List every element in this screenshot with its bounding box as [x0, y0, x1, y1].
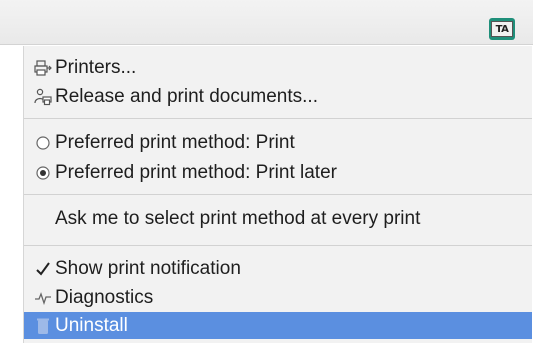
menu-separator [24, 194, 532, 195]
menu-separator [24, 118, 532, 119]
menu-item-label: Release and print documents... [55, 86, 318, 107]
menu-item-diagnostics[interactable]: Diagnostics [24, 284, 532, 312]
release-print-icon [33, 87, 53, 107]
checkmark-icon [33, 259, 53, 279]
radio-empty-icon [33, 133, 53, 153]
tray-app-icon-label: TA [491, 21, 513, 37]
menu-item-label: Preferred print method: Print [55, 132, 295, 153]
dropdown-menu: Printers... Release and print documents.… [23, 46, 532, 343]
menu-item-show-notification[interactable]: Show print notification [24, 255, 532, 283]
menu-item-label: Show print notification [55, 258, 241, 279]
pulse-icon [33, 288, 53, 308]
menu-item-ask-method[interactable]: Ask me to select print method at every p… [24, 205, 532, 233]
trash-icon [33, 316, 53, 336]
menu-separator [24, 245, 532, 246]
menu-item-release-print[interactable]: Release and print documents... [24, 83, 532, 111]
menu-item-method-print-later[interactable]: Preferred print method: Print later [24, 159, 532, 187]
blank-icon-spacer [33, 209, 53, 229]
menu-bar: TA [0, 0, 533, 45]
menu-item-method-print[interactable]: Preferred print method: Print [24, 129, 532, 157]
menu-item-uninstall[interactable]: Uninstall [24, 312, 532, 339]
menu-item-label: Diagnostics [55, 287, 154, 308]
tray-app-icon[interactable]: TA [489, 18, 515, 40]
menu-item-label: Uninstall [55, 314, 128, 336]
printer-icon [33, 58, 53, 78]
radio-selected-icon [33, 163, 53, 183]
menu-item-printers[interactable]: Printers... [24, 54, 532, 82]
menu-item-label: Ask me to select print method at every p… [55, 208, 421, 229]
menu-item-label: Printers... [55, 57, 137, 78]
menu-item-label: Preferred print method: Print later [55, 162, 337, 183]
